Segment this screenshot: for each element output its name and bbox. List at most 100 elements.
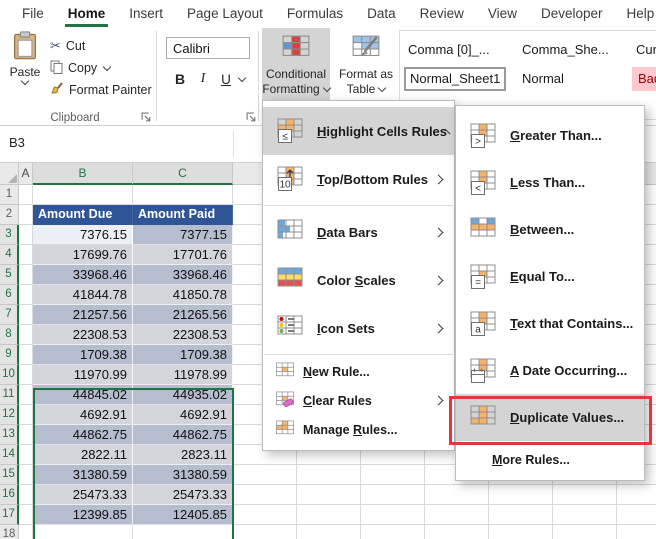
cell[interactable] (489, 485, 553, 505)
cell[interactable] (361, 465, 425, 485)
cell[interactable] (297, 485, 361, 505)
cell[interactable] (617, 485, 656, 505)
tab-file[interactable]: File (10, 0, 56, 27)
cell-c7[interactable]: 21265.56 (133, 305, 233, 325)
row-number-14[interactable]: 14 (0, 445, 19, 465)
cell-c8[interactable]: 22308.53 (133, 325, 233, 345)
clipboard-dialog-launcher-icon[interactable] (141, 110, 152, 121)
cell-c14[interactable]: 2823.11 (133, 445, 233, 465)
cell-a18[interactable] (19, 525, 33, 539)
cell[interactable] (233, 505, 297, 525)
row-number-4[interactable]: 4 (0, 245, 19, 265)
cell-b15[interactable]: 31380.59 (33, 465, 133, 485)
row-number-5[interactable]: 5 (0, 265, 19, 285)
cell-c4[interactable]: 17701.76 (133, 245, 233, 265)
cell[interactable] (425, 485, 489, 505)
column-header-c[interactable]: C (133, 163, 233, 185)
row-number-16[interactable]: 16 (0, 485, 19, 505)
font-name-input[interactable]: Calibri (166, 37, 250, 59)
cell[interactable] (233, 485, 297, 505)
cell-a6[interactable] (19, 285, 33, 305)
tab-view[interactable]: View (476, 0, 529, 27)
cell-a4[interactable] (19, 245, 33, 265)
cell[interactable] (553, 485, 617, 505)
font-dialog-launcher-icon[interactable] (246, 110, 257, 121)
copy-button[interactable]: Copy (50, 58, 110, 78)
menu-item-equal-to[interactable]: =Equal To... (456, 253, 644, 300)
row-number-2[interactable]: 2 (0, 205, 19, 225)
cell-a9[interactable] (19, 345, 33, 365)
cell[interactable] (489, 505, 553, 525)
cell-b3[interactable]: 7376.15 (33, 225, 133, 245)
format-painter-button[interactable]: Format Painter (50, 80, 152, 100)
cell-c9[interactable]: 1709.38 (133, 345, 233, 365)
cell-b4[interactable]: 17699.76 (33, 245, 133, 265)
menu-item-highlight-cells-rules[interactable]: ≤Highlight Cells Rules (263, 107, 454, 155)
tab-review[interactable]: Review (408, 0, 476, 27)
cell-a7[interactable] (19, 305, 33, 325)
cell-c11[interactable]: 44935.02 (133, 385, 233, 405)
cell-b9[interactable]: 1709.38 (33, 345, 133, 365)
menu-item-manage-rules[interactable]: Manage Rules... (263, 415, 454, 444)
cell-c12[interactable]: 4692.91 (133, 405, 233, 425)
cell-b18[interactable] (33, 525, 133, 539)
menu-item-between[interactable]: Between... (456, 206, 644, 253)
menu-item-duplicate-values[interactable]: Duplicate Values... (456, 394, 644, 441)
cell-b2[interactable]: Amount Due (33, 205, 133, 225)
cell-b12[interactable]: 4692.91 (33, 405, 133, 425)
cell-b5[interactable]: 33968.46 (33, 265, 133, 285)
cell-a8[interactable] (19, 325, 33, 345)
cell-c10[interactable]: 11978.99 (133, 365, 233, 385)
style-chip-comma-she[interactable]: Comma_She... (518, 38, 620, 62)
menu-item-text-that-contains[interactable]: aText that Contains... (456, 300, 644, 347)
row-number-13[interactable]: 13 (0, 425, 19, 445)
cell[interactable] (233, 465, 297, 485)
tab-developer[interactable]: Developer (529, 0, 615, 27)
cell-a16[interactable] (19, 485, 33, 505)
style-chip-normal[interactable]: Normal (518, 67, 620, 91)
cell-b13[interactable]: 44862.75 (33, 425, 133, 445)
select-all-corner[interactable] (0, 163, 19, 185)
row-number-9[interactable]: 9 (0, 345, 19, 365)
row-number-10[interactable]: 10 (0, 365, 19, 385)
row-number-17[interactable]: 17 (0, 505, 19, 525)
paste-button[interactable]: Paste (4, 31, 46, 84)
menu-item-new-rule[interactable]: New Rule... (263, 357, 454, 386)
cell-a15[interactable] (19, 465, 33, 485)
cell-c18[interactable] (133, 525, 233, 539)
cell-c16[interactable]: 25473.33 (133, 485, 233, 505)
menu-item-less-than[interactable]: <Less Than... (456, 159, 644, 206)
italic-button[interactable]: I (193, 71, 213, 87)
tab-formulas[interactable]: Formulas (275, 0, 355, 27)
bold-button[interactable]: B (170, 71, 190, 87)
cell-c1[interactable] (133, 185, 233, 205)
cell[interactable] (297, 525, 361, 539)
menu-item-greater-than[interactable]: >Greater Than... (456, 112, 644, 159)
row-number-1[interactable]: 1 (0, 185, 19, 205)
style-chip-currency[interactable]: Currency (632, 38, 656, 62)
cell[interactable] (425, 525, 489, 539)
cell[interactable] (553, 505, 617, 525)
cell-b14[interactable]: 2822.11 (33, 445, 133, 465)
cell-c5[interactable]: 33968.46 (133, 265, 233, 285)
menu-item-clear-rules[interactable]: Clear Rules (263, 386, 454, 415)
cell-b17[interactable]: 12399.85 (33, 505, 133, 525)
menu-item-icon-sets[interactable]: Icon Sets (263, 304, 454, 352)
cell-a11[interactable] (19, 385, 33, 405)
menu-item-color-scales[interactable]: Color Scales (263, 256, 454, 304)
menu-item-more-rules[interactable]: More Rules... (456, 446, 644, 474)
cell-b11[interactable]: 44845.02 (33, 385, 133, 405)
cell-a3[interactable] (19, 225, 33, 245)
cell-a1[interactable] (19, 185, 33, 205)
tab-home[interactable]: Home (56, 0, 118, 27)
cell-c13[interactable]: 44862.75 (133, 425, 233, 445)
cell-c2[interactable]: Amount Paid (133, 205, 233, 225)
cell-b7[interactable]: 21257.56 (33, 305, 133, 325)
cell[interactable] (361, 505, 425, 525)
tab-insert[interactable]: Insert (117, 0, 175, 27)
row-number-12[interactable]: 12 (0, 405, 19, 425)
menu-item-a-date-occurring[interactable]: A Date Occurring... (456, 347, 644, 394)
tab-data[interactable]: Data (355, 0, 408, 27)
row-number-3[interactable]: 3 (0, 225, 19, 245)
cell-a12[interactable] (19, 405, 33, 425)
